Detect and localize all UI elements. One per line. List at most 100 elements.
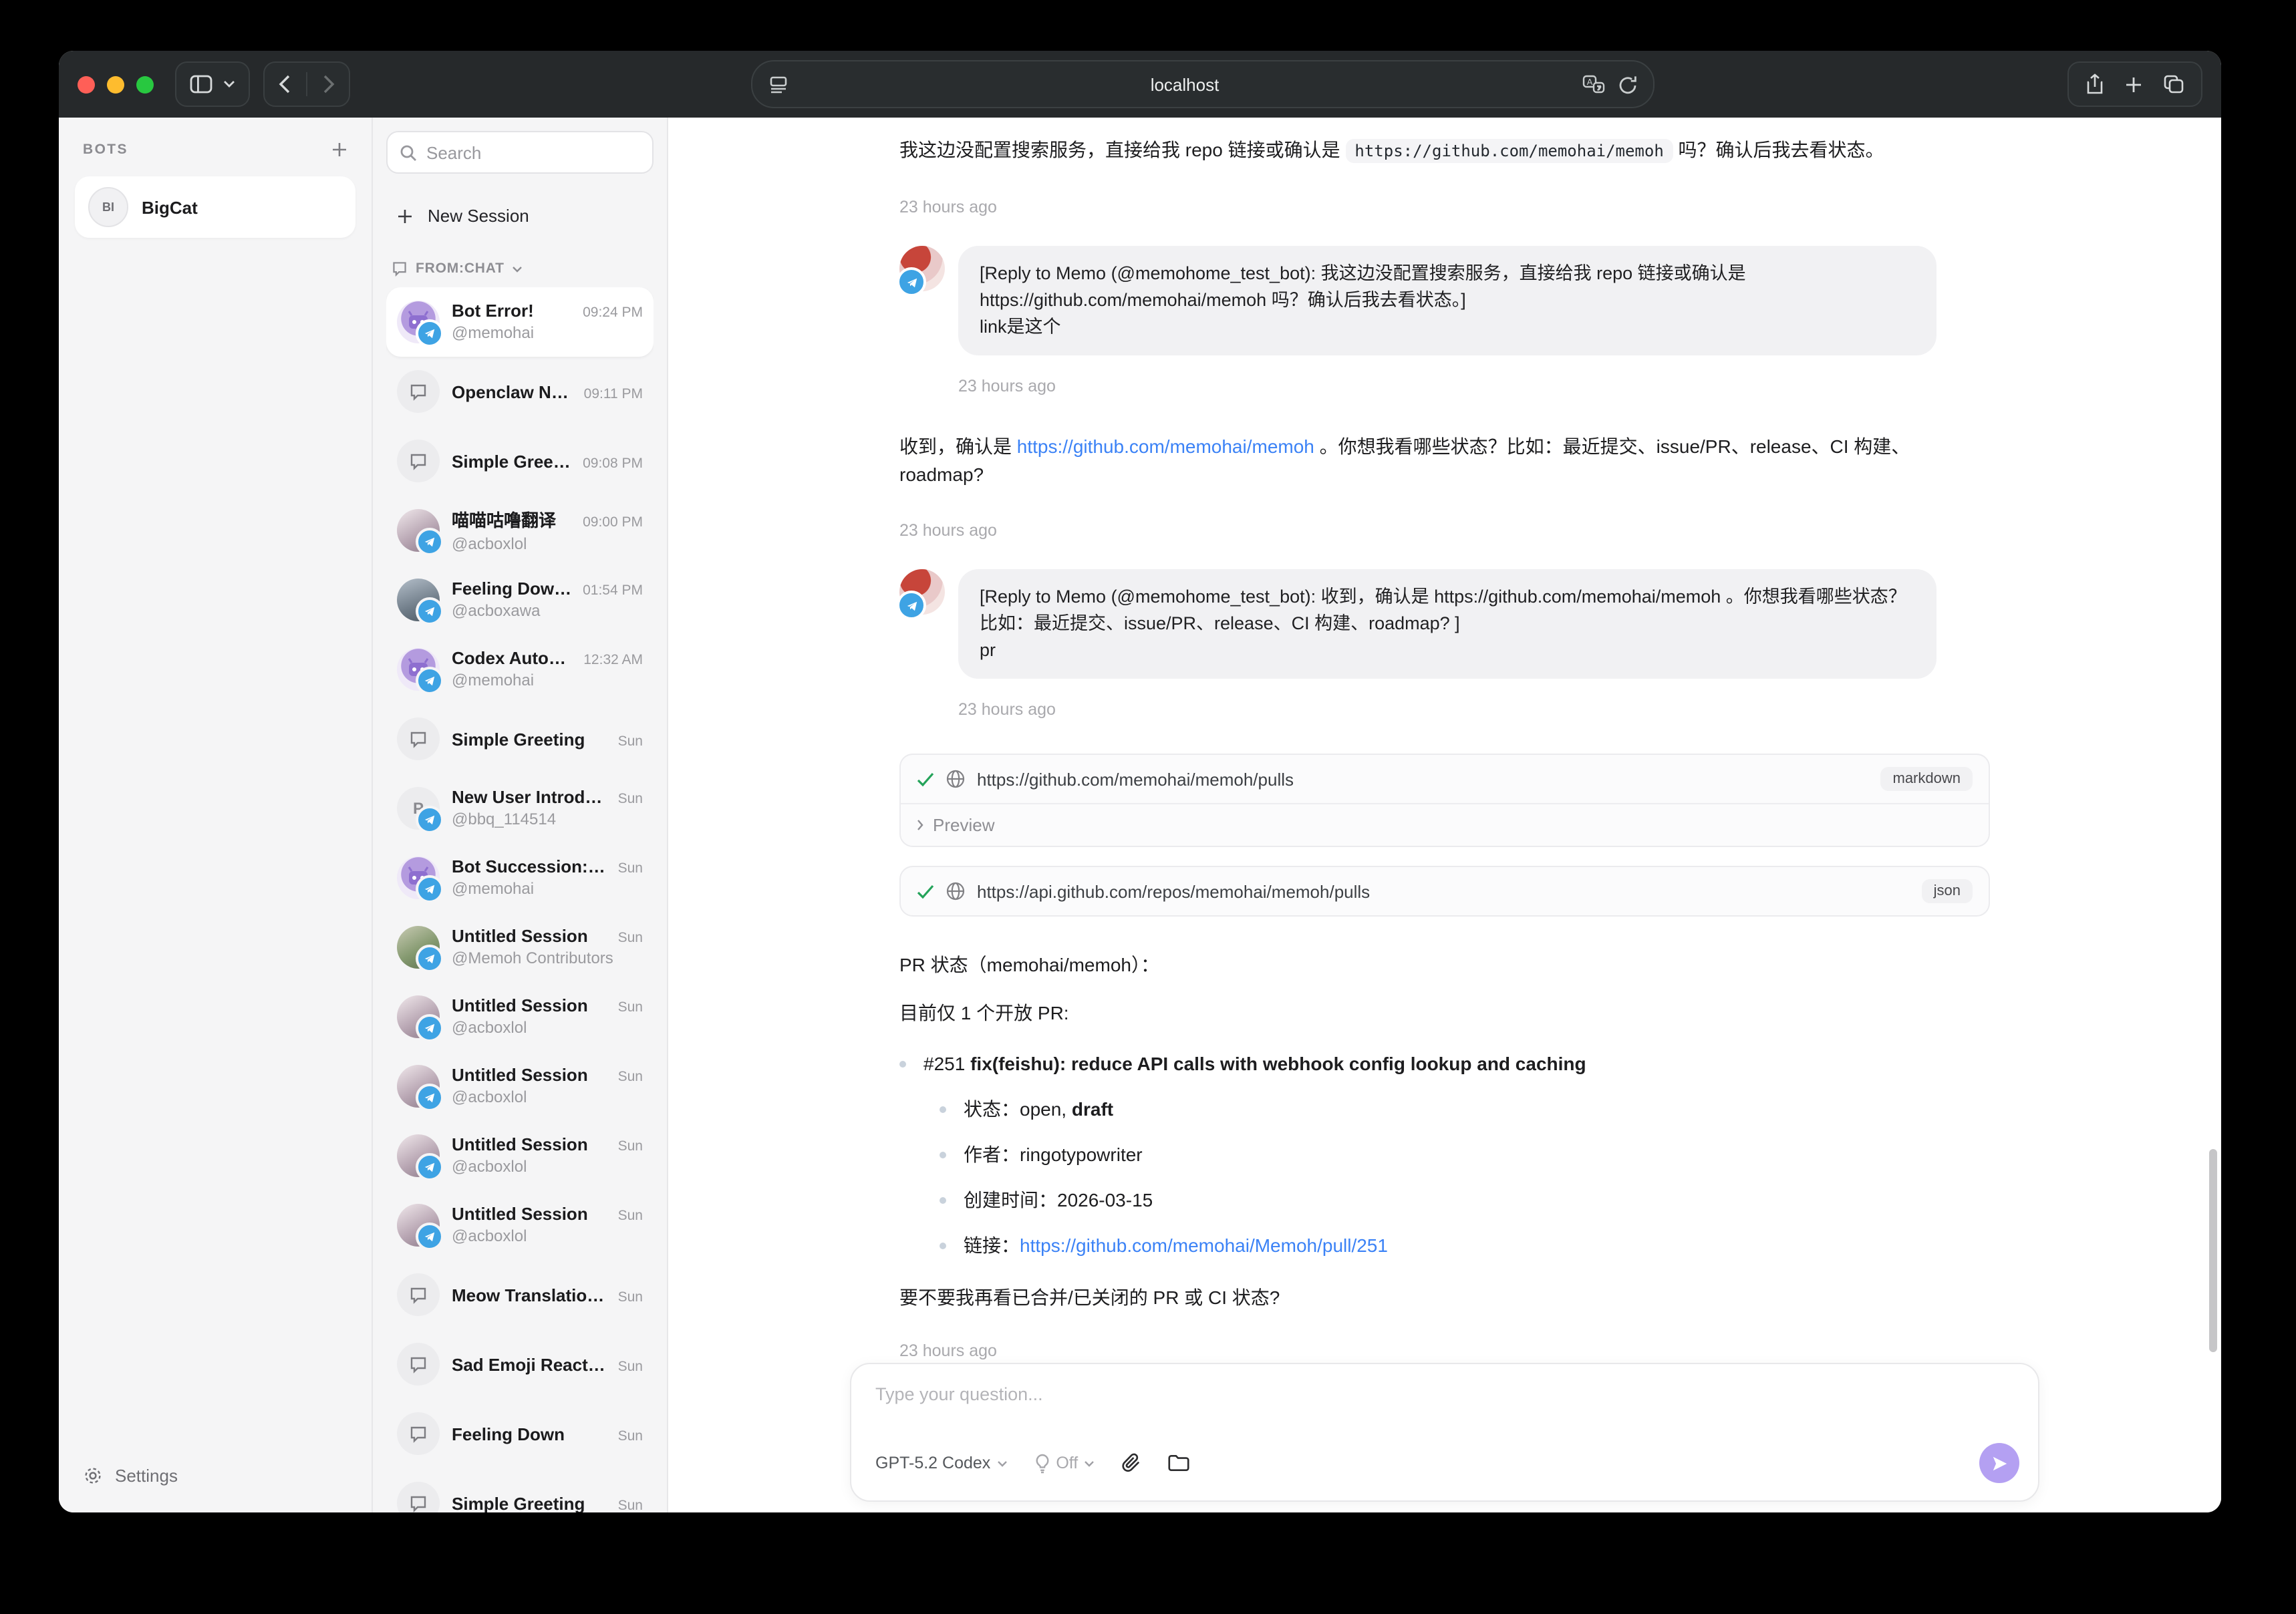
address-bar[interactable]: localhost A xyxy=(750,60,1654,108)
minimize-window-button[interactable] xyxy=(107,75,124,93)
chat-bubble-icon xyxy=(397,1482,440,1512)
reasoning-toggle[interactable]: Off xyxy=(1034,1453,1094,1473)
user-avatar xyxy=(397,509,440,552)
session-item[interactable]: Bot Succession: Kitte...Sun @memohai xyxy=(386,843,654,913)
chat-bubble-icon xyxy=(392,261,408,277)
forward-button[interactable] xyxy=(323,75,335,94)
session-item[interactable]: Feeling Down :(01:54 PM @acboxawa xyxy=(386,565,654,635)
search-icon xyxy=(400,144,417,161)
new-session-button[interactable]: New Session xyxy=(392,200,648,231)
session-item[interactable]: Simple GreetingSun xyxy=(386,704,654,774)
tool-url: https://github.com/memohai/memoh/pulls xyxy=(977,769,1869,789)
session-item[interactable]: 喵喵咕噜翻译09:00 PM @acboxlol xyxy=(386,496,654,565)
preview-toggle[interactable]: Preview xyxy=(901,804,1989,846)
new-session-label: New Session xyxy=(428,206,529,226)
pr-link[interactable]: https://github.com/memohai/Memoh/pull/25… xyxy=(1020,1235,1388,1256)
telegram-badge-icon xyxy=(416,528,444,556)
telegram-badge-icon xyxy=(416,1014,444,1042)
session-item[interactable]: Simple GreetingSun xyxy=(386,1468,654,1512)
message-input[interactable]: Type your question... xyxy=(851,1364,2038,1404)
format-badge: json xyxy=(1922,879,1973,903)
telegram-badge-icon xyxy=(416,1223,444,1251)
message-timestamp: 23 hours ago xyxy=(899,521,1990,540)
bots-sidebar: BOTS BI BigCat Settings xyxy=(59,118,373,1512)
reload-icon[interactable] xyxy=(1618,74,1636,94)
new-tab-button[interactable] xyxy=(2125,75,2142,93)
chat-bubble-icon xyxy=(397,717,440,760)
zoom-window-button[interactable] xyxy=(136,75,154,93)
settings-button[interactable]: Settings xyxy=(75,1458,355,1494)
chat-bubble-icon xyxy=(397,1343,440,1386)
session-item[interactable]: Simple Greeting09:08 PM xyxy=(386,426,654,496)
tool-url: https://api.github.com/repos/memohai/mem… xyxy=(977,881,1910,901)
chevron-right-icon xyxy=(917,819,923,831)
browser-window: localhost A xyxy=(59,51,2221,1512)
user-avatar xyxy=(397,995,440,1038)
add-bot-button[interactable] xyxy=(331,142,347,158)
sidebar-icon xyxy=(190,75,212,94)
telegram-badge-icon xyxy=(416,1084,444,1112)
url-text: localhost xyxy=(788,74,1582,94)
session-item[interactable]: Codex Automatio...12:32 AM @memohai xyxy=(386,635,654,704)
user-avatar xyxy=(397,1204,440,1247)
reader-mode-icon[interactable] xyxy=(768,75,788,93)
chevron-down-icon xyxy=(997,1460,1008,1466)
session-item[interactable]: Untitled SessionSun @acboxlol xyxy=(386,1121,654,1190)
nav-buttons xyxy=(263,61,350,107)
session-item[interactable]: Feeling DownSun xyxy=(386,1399,654,1468)
folder-button[interactable] xyxy=(1167,1454,1189,1472)
send-button[interactable] xyxy=(1979,1443,2019,1483)
session-item[interactable]: Untitled SessionSun @Memoh Contributors xyxy=(386,913,654,982)
scrollbar-thumb[interactable] xyxy=(2209,1149,2217,1352)
telegram-badge-icon xyxy=(416,597,444,625)
filter-label: FROM:CHAT xyxy=(416,261,505,277)
bot-item-bigcat[interactable]: BI BigCat xyxy=(75,176,355,238)
sidebar-toggle-button[interactable] xyxy=(175,61,250,107)
tool-call-card[interactable]: https://github.com/memohai/memoh/pulls m… xyxy=(899,754,1990,847)
globe-icon xyxy=(946,770,965,788)
session-filter[interactable]: FROM:CHAT xyxy=(392,261,648,277)
session-item[interactable]: Openclaw News A...09:11 PM xyxy=(386,357,654,426)
session-item[interactable]: Sad Emoji ReactionSun xyxy=(386,1329,654,1399)
repo-link[interactable]: https://github.com/memohai/memoh xyxy=(1017,436,1314,457)
model-select[interactable]: GPT-5.2 Codex xyxy=(875,1454,1008,1472)
session-item[interactable]: Untitled SessionSun @acboxlol xyxy=(386,1190,654,1260)
pr-detail-created: 创建时间：2026-03-15 xyxy=(940,1186,1990,1215)
close-window-button[interactable] xyxy=(78,75,95,93)
group-avatar xyxy=(397,926,440,969)
svg-text:A: A xyxy=(1586,76,1592,86)
tool-call-card[interactable]: https://api.github.com/repos/memohai/mem… xyxy=(899,866,1990,917)
search-input[interactable]: Search xyxy=(386,131,654,174)
lightbulb-icon xyxy=(1034,1453,1050,1473)
composer[interactable]: Type your question... GPT-5.2 Codex xyxy=(850,1363,2039,1502)
chevron-down-icon xyxy=(1083,1460,1094,1466)
bullet-dot xyxy=(940,1197,946,1204)
bot-avatar xyxy=(397,648,440,691)
chat-messages: 我这边没配置搜索服务，直接给我 repo 链接或确认是 https://gith… xyxy=(899,118,1990,1360)
browser-titlebar: localhost A xyxy=(59,51,2221,118)
titlebar-right-buttons xyxy=(2067,61,2202,107)
user-message-bubble: [Reply to Memo (@memohome_test_bot): 收到，… xyxy=(958,569,1936,679)
settings-label: Settings xyxy=(115,1466,178,1486)
telegram-badge-icon xyxy=(416,319,444,347)
user-message-bubble: [Reply to Memo (@memohome_test_bot): 我这边… xyxy=(958,246,1936,355)
attach-file-button[interactable] xyxy=(1121,1452,1141,1474)
assistant-message: 收到，确认是 https://github.com/memohai/memoh … xyxy=(899,433,1990,489)
telegram-badge-icon xyxy=(416,1153,444,1181)
user-message-row: [Reply to Memo (@memohome_test_bot): 收到，… xyxy=(899,569,1990,679)
tab-overview-button[interactable] xyxy=(2164,75,2184,94)
chevron-down-icon xyxy=(223,80,235,88)
share-button[interactable] xyxy=(2086,73,2104,95)
success-check-icon xyxy=(917,884,934,899)
session-item[interactable]: Untitled SessionSun @acboxlol xyxy=(386,982,654,1052)
session-item[interactable]: Meow Translation Ple...Sun xyxy=(386,1260,654,1329)
telegram-badge-icon xyxy=(416,667,444,695)
session-item[interactable]: Bot Error!09:24 PM @memohai xyxy=(386,287,654,357)
back-button[interactable] xyxy=(278,75,290,94)
session-item[interactable]: Untitled SessionSun @acboxlol xyxy=(386,1052,654,1121)
session-item[interactable]: P New User IntroductionSun @bbq_114514 xyxy=(386,774,654,843)
message-timestamp: 23 hours ago xyxy=(899,198,1990,216)
plus-icon xyxy=(397,208,413,224)
translate-icon[interactable]: A xyxy=(1582,74,1604,94)
bot-name: BigCat xyxy=(142,197,198,217)
